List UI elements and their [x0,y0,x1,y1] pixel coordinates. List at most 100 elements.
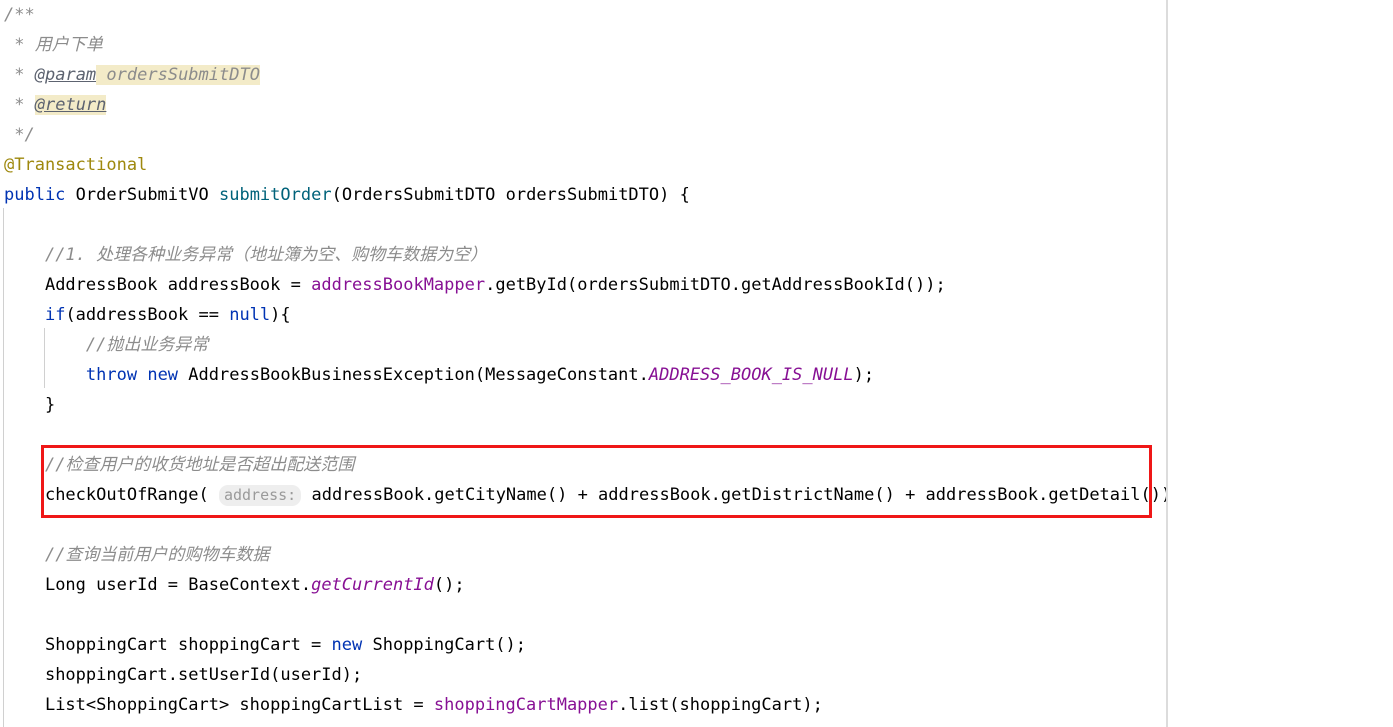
sp [137,365,147,385]
exception-expression: AddressBookBusinessException(MessageCons… [188,365,649,385]
javadoc-indent [4,95,14,115]
annotation-transactional[interactable]: @Transactional [4,155,147,175]
code-line-javadoc-description[interactable]: * 用户下单 [0,30,1166,60]
keyword-null: null [229,305,271,325]
code-editor[interactable]: /** * 用户下单 * @param ordersSubmitDTO * @r… [0,0,1393,727]
javadoc-open: /** [4,5,35,25]
indent-1 [4,455,45,475]
javadoc-indent [4,125,14,145]
field-addressBookMapper[interactable]: addressBookMapper [311,275,485,295]
indent-1 [4,635,45,655]
code-line-close-if-brace[interactable]: } [0,390,1166,420]
close-brace: } [44,395,56,415]
indent-1 [4,395,45,415]
call-getById: .getById(ordersSubmitDTO.getAddressBookI… [485,275,946,295]
code-line-set-user-id[interactable]: shoppingCart.setUserId(userId); [0,660,1166,690]
list-tail: .list(shoppingCart); [618,695,823,715]
sig-brace: { [679,185,690,205]
comment-throw: //抛出业务异常 [85,335,209,355]
code-line-get-current-id[interactable]: Long userId = BaseContext.getCurrentId()… [0,570,1166,600]
type-Long: Long [44,575,86,595]
javadoc-space [25,35,35,55]
if-condition-open: (addressBook == [65,305,230,325]
comment-step1: //1. 处理各种业务异常（地址簿为空、购物车数据为空） [44,245,488,265]
comment-check-range: //检查用户的收货地址是否超出配送范围 [44,455,355,475]
code-line-javadoc-param[interactable]: * @param ordersSubmitDTO [0,60,1166,90]
code-line-comment-throw[interactable]: //抛出业务异常 [0,330,1166,360]
keyword-public: public [4,185,66,205]
javadoc-space [25,95,35,115]
comment-query-cart: //查询当前用户的购物车数据 [44,545,270,565]
throw-tail: ); [853,365,875,385]
var-addressBook: addressBook [167,275,281,295]
code-line-method-signature[interactable]: public OrderSubmitVO submitOrder(OrdersS… [0,180,1166,210]
javadoc-star-glyph: * [14,35,25,55]
code-line-javadoc-open[interactable]: /** [0,0,1166,30]
right-empty-pane [1168,0,1393,727]
sp [209,485,219,505]
sig-close-paren: ) [659,185,670,205]
type-AddressBook: AddressBook [44,275,158,295]
code-line-new-shopping-cart[interactable]: ShoppingCart shoppingCart = new Shopping… [0,630,1166,660]
inlay-hint-address: address: [218,485,302,506]
code-pane[interactable]: /** * 用户下单 * @param ordersSubmitDTO * @r… [0,0,1166,727]
constant-ADDRESS-BOOK-IS-NULL[interactable]: ADDRESS_BOOK_IS_NULL [649,365,854,385]
keyword-throw: throw [85,365,138,385]
indent-1 [4,305,45,325]
shoppingcart-head: ShoppingCart shoppingCart = [44,635,332,655]
shoppingcart-tail: ShoppingCart(); [362,635,527,655]
sp [301,485,311,505]
sig-space-2 [209,185,219,205]
code-line-javadoc-return[interactable]: * @return [0,90,1166,120]
code-line-comment-range[interactable]: //检查用户的收货地址是否超出配送范围 [0,450,1166,480]
javadoc-return-tag[interactable]: @return [34,95,107,115]
code-line-annotation-transactional[interactable]: @Transactional [0,150,1166,180]
method-name-submitOrder[interactable]: submitOrder [219,185,332,205]
indent-2 [4,335,86,355]
code-line-if-null-check[interactable]: if(addressBook == null){ [0,300,1166,330]
code-line-blank-3[interactable] [0,510,1166,540]
javadoc-param-name: ordersSubmitDTO [106,65,260,85]
code-line-throw-exception[interactable]: throw new AddressBookBusinessException(M… [0,360,1166,390]
code-line-get-addressbook[interactable]: AddressBook addressBook = addressBookMap… [0,270,1166,300]
sig-space-3 [495,185,505,205]
checkrange-argument: addressBook.getCityName() + addressBook.… [311,485,1166,505]
return-type: OrderSubmitVO [75,185,209,205]
javadoc-star-glyph: * [14,65,25,85]
indent-1 [4,695,45,715]
indent-1 [4,665,45,685]
code-line-blank-4[interactable] [0,600,1166,630]
code-line-javadoc-close[interactable]: */ [0,120,1166,150]
indent-1 [4,245,45,265]
javadoc-description: 用户下单 [34,35,103,55]
javadoc-indent [4,65,14,85]
sp [178,365,188,385]
indent-1 [4,545,45,565]
field-shoppingCartMapper[interactable]: shoppingCartMapper [434,695,618,715]
sp [158,275,168,295]
sig-space-1 [65,185,75,205]
javadoc-param-gap [96,65,107,85]
code-line-comment-cart[interactable]: //查询当前用户的购物车数据 [0,540,1166,570]
keyword-new: new [147,365,179,385]
code-line-check-out-of-range[interactable]: checkOutOfRange( address: addressBook.ge… [0,480,1166,510]
javadoc-star [4,35,14,55]
indent-1 [4,485,45,505]
call-checkOutOfRange[interactable]: checkOutOfRange( [45,485,209,505]
code-line-comment-step1[interactable]: //1. 处理各种业务异常（地址簿为空、购物车数据为空） [0,240,1166,270]
userid-assign: userId = BaseContext. [85,575,312,595]
indent-1 [4,575,45,595]
indent-2 [4,365,86,385]
static-method-getCurrentId[interactable]: getCurrentId [311,575,434,595]
list-head: List<ShoppingCart> shoppingCartList = [44,695,434,715]
userid-tail: (); [433,575,465,595]
sig-open-paren: ( [331,185,342,205]
code-line-blank-1[interactable] [0,210,1166,240]
if-condition-close: ){ [270,305,291,325]
javadoc-param-tag[interactable]: @param [35,65,96,85]
indent-1 [4,275,45,295]
javadoc-close: */ [14,125,35,145]
param-type: OrdersSubmitDTO [341,185,496,205]
code-line-blank-2[interactable] [0,420,1166,450]
code-line-list-shopping-cart[interactable]: List<ShoppingCart> shoppingCartList = sh… [0,690,1166,720]
